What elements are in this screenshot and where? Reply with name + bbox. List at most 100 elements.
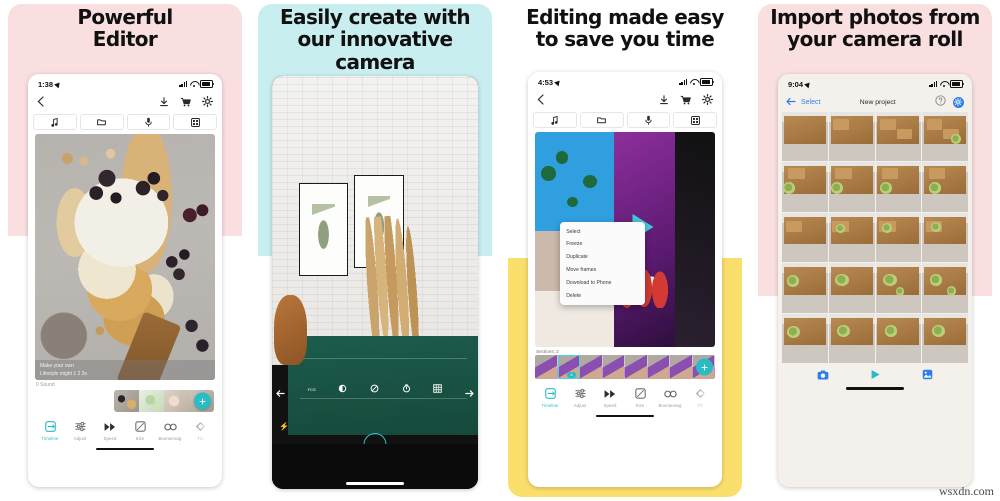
photo-thumbnail[interactable] [828,212,875,263]
context-menu[interactable]: Select Freeze Duplicate Move frames Down… [560,222,645,305]
tool-size[interactable]: Size [625,387,655,408]
tool-adjust[interactable]: Adjust [565,387,595,408]
wall-frame-art [298,183,349,277]
tool-adjust[interactable]: Adjust [65,420,95,441]
timer-icon[interactable] [402,380,411,398]
back-chevron-icon[interactable] [37,96,44,107]
exposure-icon[interactable] [338,380,347,398]
photo-thumbnail[interactable] [782,162,828,212]
tool-timeline[interactable]: Timeline [35,420,65,441]
home-indicator [346,482,404,485]
timeline-frame[interactable] [625,355,648,379]
download-icon[interactable] [659,94,669,105]
folder-icon[interactable] [579,112,624,128]
add-clip-button[interactable]: + [194,392,211,410]
gear-icon[interactable] [202,96,213,107]
download-icon[interactable] [159,96,169,107]
tool-label: Size [635,402,645,408]
status-time: 1:38 [38,79,54,89]
thumbnail-item[interactable] [139,390,164,412]
add-clip-button[interactable]: + [696,358,713,376]
help-circle-icon[interactable] [935,93,946,111]
editor-canvas-photo[interactable]: Select Freeze Duplicate Move frames Down… [535,132,715,347]
timeline-frame[interactable] [670,355,693,379]
timeline-frame-strip[interactable]: 4 + [535,355,715,379]
editor-toolbar: Timeline Adjust Speed Size Boomerang [28,412,222,442]
photo-thumbnail[interactable] [875,112,922,162]
bolt-icon[interactable]: ⚡ [279,422,289,431]
thumbnail-item[interactable] [164,390,189,412]
status-time: 9:04 [788,79,804,89]
context-menu-item-duplicate[interactable]: Duplicate [560,251,645,264]
no-flash-icon[interactable] [370,380,379,398]
boomerang-icon [155,420,185,433]
camera-icon[interactable] [817,370,829,380]
timeline-frame[interactable] [602,355,625,379]
tool-boomerang[interactable]: Boomerang [655,387,685,408]
play-icon[interactable] [870,369,881,380]
grid-icon[interactable] [433,380,443,398]
photo-thumbnail[interactable] [922,212,968,263]
context-menu-item-delete[interactable]: Delete [560,289,645,302]
microphone-icon[interactable] [126,114,171,130]
focus-label[interactable]: FCS [308,387,316,392]
photo-thumbnail[interactable] [922,313,968,364]
camera-roll-grid[interactable] [778,112,972,364]
signal-icon [679,79,687,85]
editor-canvas-photo[interactable]: Make your own Lifestyle might 1 2 3s [35,134,215,380]
cart-icon[interactable] [180,97,191,107]
wifi-icon [190,81,198,88]
photo-thumbnail[interactable] [782,212,828,263]
tool-timeline[interactable]: Timeline [535,387,565,408]
folder-icon[interactable] [79,114,124,130]
timeline-frame[interactable] [580,355,603,379]
microphone-icon[interactable] [626,112,671,128]
select-button[interactable]: Select [801,99,820,106]
clip-thumbnail-strip[interactable]: + [114,390,214,412]
status-time: 4:53 [538,77,554,87]
photos-icon[interactable] [922,369,933,380]
gear-icon[interactable] [952,96,964,108]
photo-thumbnail[interactable] [828,313,875,364]
tool-speed[interactable]: Speed [595,387,625,408]
photo-thumbnail[interactable] [828,112,875,162]
context-menu-item-download-to-phone[interactable]: Download to Phone [560,276,645,289]
context-menu-item-select[interactable]: Select [560,225,645,238]
gear-icon[interactable] [702,94,713,105]
arrow-left-icon[interactable] [276,385,285,397]
context-menu-item-freeze[interactable]: Freeze [560,238,645,251]
thumbnail-item[interactable] [114,390,139,412]
photo-thumbnail[interactable] [875,313,922,364]
tool-label: Timeline [41,435,59,441]
photo-thumbnail[interactable] [782,313,828,364]
tool-size[interactable]: Size [125,420,155,441]
camera-viewfinder[interactable]: FCS ⚡ [272,76,478,489]
tool-boomerang[interactable]: Boomerang [155,420,185,441]
grid-icon[interactable] [673,112,717,128]
photo-thumbnail[interactable] [875,212,922,263]
photo-thumbnail[interactable] [922,162,968,212]
photo-thumbnail[interactable] [922,263,968,313]
grid-icon[interactable] [173,114,217,130]
cart-icon[interactable] [680,95,691,105]
back-chevron-icon[interactable] [537,94,544,105]
photo-thumbnail[interactable] [828,162,875,212]
tool-speed[interactable]: Speed [95,420,125,441]
photo-thumbnail[interactable] [782,112,828,162]
size-icon [625,387,655,400]
tool-label: Boomerang [158,435,182,441]
music-note-icon[interactable] [533,112,577,128]
arrow-right-icon[interactable] [465,385,474,397]
timeline-frame[interactable] [647,355,670,379]
photo-thumbnail[interactable] [828,263,875,313]
context-menu-item-move-frames[interactable]: Move frames [560,264,645,277]
photo-thumbnail[interactable] [875,263,922,313]
timeline-icon [35,420,65,433]
photo-thumbnail[interactable] [875,162,922,212]
photo-thumbnail[interactable] [782,263,828,313]
timeline-frame[interactable] [535,355,558,379]
wifi-icon [940,81,948,88]
photo-thumbnail[interactable] [922,112,968,162]
arrow-left-icon[interactable] [786,93,796,111]
music-note-icon[interactable] [33,114,77,130]
